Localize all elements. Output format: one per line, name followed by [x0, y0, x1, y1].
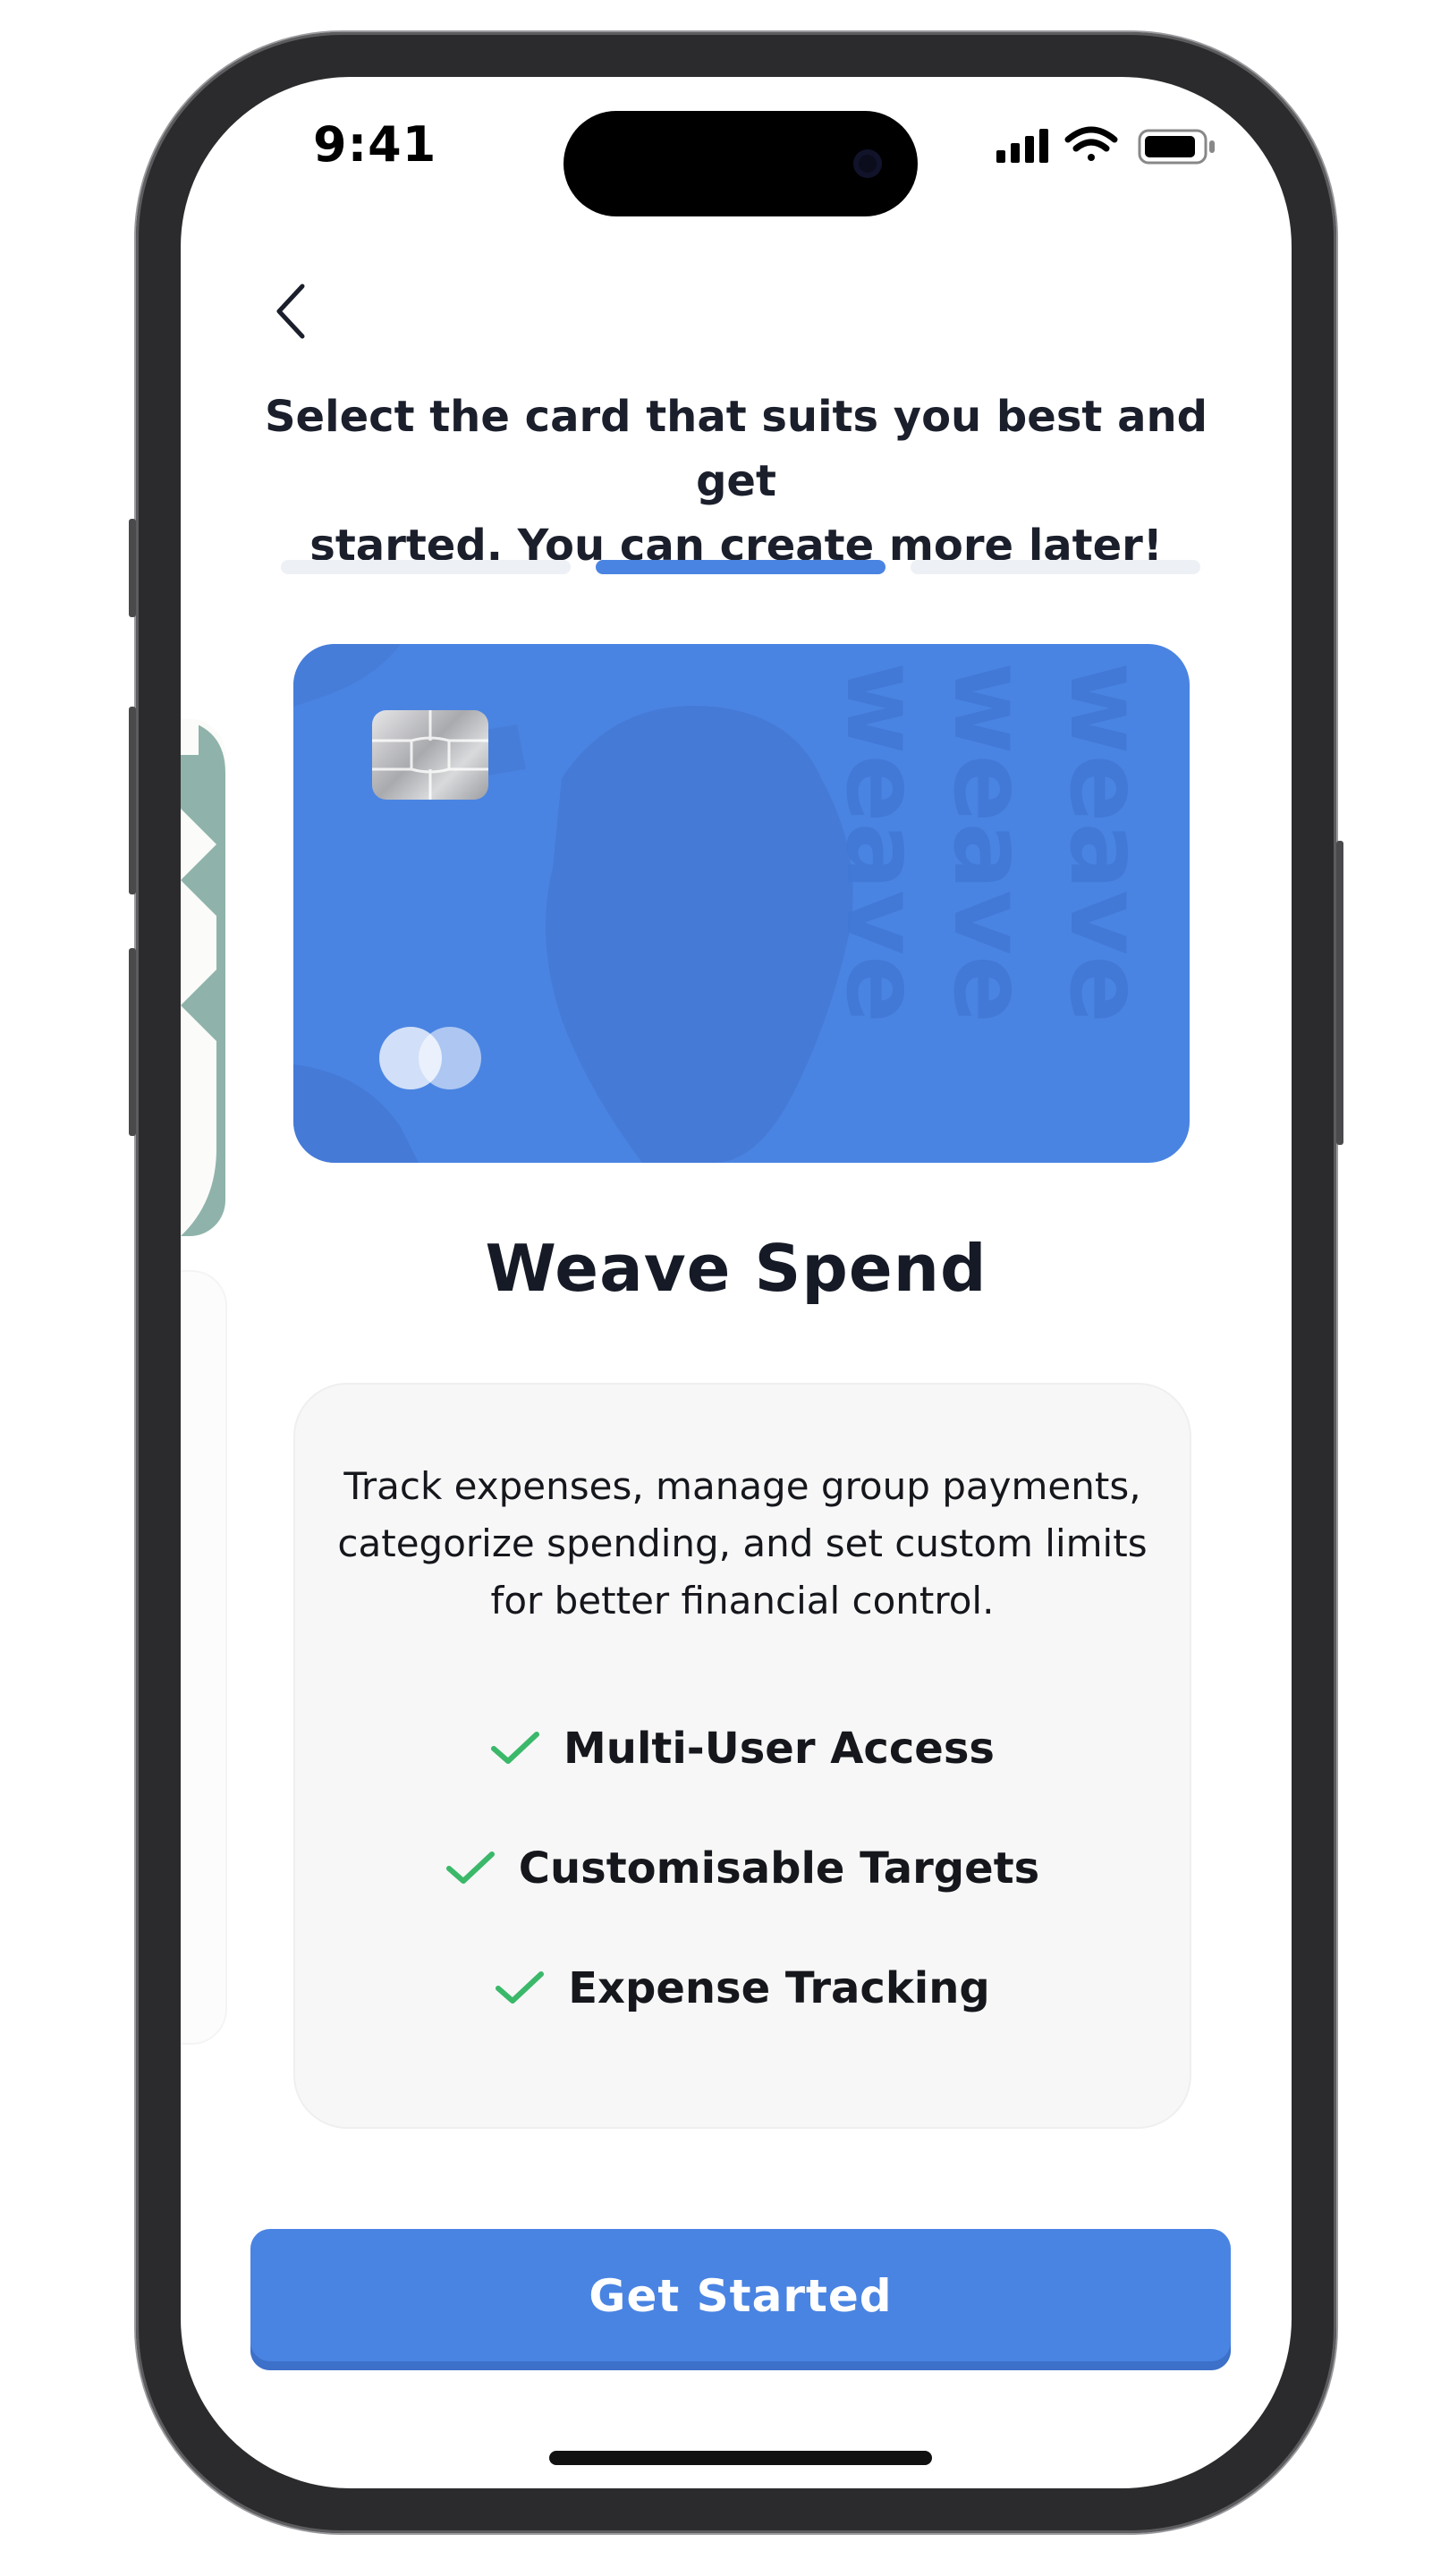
card-network-logo-right — [419, 1027, 481, 1089]
progress-step-1 — [281, 560, 571, 574]
previous-card-pattern — [181, 719, 225, 1236]
description-line-1: Track expenses, manage group payments, — [343, 1464, 1141, 1508]
feature-list: Multi-User Access Customisable Targets E… — [295, 1689, 1190, 2048]
side-button-volume-up — [129, 707, 136, 894]
card-watermark-2: weave — [1047, 662, 1164, 1023]
progress-step-3 — [911, 560, 1200, 574]
app-screen: 9:41 Select the card that suits you best… — [181, 77, 1292, 2488]
card-details-panel: Track expenses, manage group payments, c… — [293, 1383, 1191, 2129]
page-headline: Select the card that suits you best and … — [261, 385, 1211, 578]
description-line-2: categorize spending, and set custom limi… — [337, 1521, 1148, 1565]
card-name: Weave Spend — [485, 1231, 987, 1306]
camera — [853, 149, 882, 178]
card-watermark-1: weave — [931, 662, 1047, 1023]
feature-item: Expense Tracking — [295, 1928, 1190, 2048]
description-line-3: for better financial control. — [490, 1579, 995, 1623]
home-indicator — [549, 2451, 932, 2465]
get-started-button[interactable]: Get Started — [250, 2229, 1231, 2370]
feature-label: Customisable Targets — [518, 1843, 1040, 1894]
step-progress — [281, 560, 1200, 574]
feature-label: Multi-User Access — [564, 1724, 995, 1774]
side-button-volume-down — [129, 948, 136, 1136]
cellular-signal-icon — [996, 129, 1048, 163]
feature-item: Multi-User Access — [295, 1689, 1190, 1809]
side-button-power — [1336, 841, 1343, 1145]
payment-card[interactable]: weave weave weave — [293, 644, 1190, 1163]
check-icon — [445, 1852, 495, 1884]
feature-item: Customisable Targets — [295, 1809, 1190, 1928]
progress-step-2 — [596, 560, 886, 574]
card-chip — [372, 710, 488, 800]
chevron-left-icon — [276, 284, 305, 339]
previous-card-details-peek — [181, 1270, 227, 2045]
side-button-silent — [129, 519, 136, 617]
status-time: 9:41 — [313, 116, 437, 173]
previous-card-peek[interactable] — [181, 719, 225, 1236]
check-icon — [491, 1732, 540, 1764]
card-watermark-3: weave — [824, 662, 940, 1023]
feature-label: Expense Tracking — [568, 1963, 990, 2013]
headline-line-1: Select the card that suits you best and … — [264, 392, 1208, 506]
wifi-icon — [1064, 126, 1118, 161]
check-icon — [496, 1971, 545, 2004]
battery-icon — [1138, 129, 1215, 165]
dynamic-island — [564, 111, 918, 216]
card-description: Track expenses, manage group payments, c… — [331, 1458, 1154, 1630]
back-button[interactable] — [261, 265, 324, 345]
status-icons — [996, 126, 1215, 165]
